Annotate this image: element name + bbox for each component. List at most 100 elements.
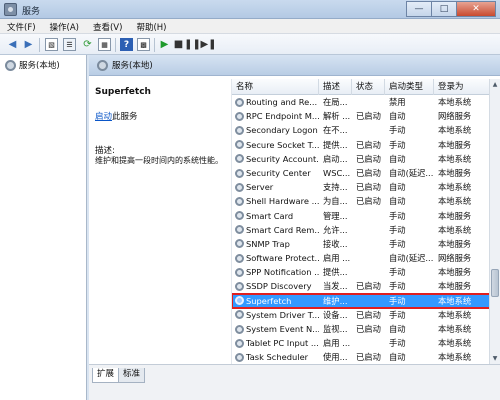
service-row[interactable]: System Event N... 监视... 已启动 自动 本地系统 — [232, 322, 489, 336]
scroll-thumb[interactable] — [491, 269, 499, 297]
cell-logon: 本地系统 — [438, 97, 472, 107]
cell-logon: 本地服务 — [438, 267, 472, 278]
maximize-button[interactable]: □ — [431, 1, 457, 17]
service-row[interactable]: Smart Card 管理... 手动 本地服务 — [232, 209, 489, 223]
cell-logon: 本地系统 — [438, 196, 472, 207]
service-row[interactable]: Smart Card Rem... 允许... 手动 本地系统 — [232, 223, 489, 237]
service-row[interactable]: SSDP Discovery 当发... 已启动 手动 本地服务 — [232, 279, 489, 293]
gear-icon — [5, 59, 16, 71]
service-row[interactable]: System Driver T... 设备... 已启动 手动 本地系统 — [232, 308, 489, 322]
cell-desc: 解析 ... — [323, 111, 351, 122]
column-header-description[interactable]: 描述 — [319, 79, 352, 95]
console-tree-icon[interactable]: ▧ — [45, 38, 58, 51]
service-gear-icon — [235, 140, 244, 150]
column-header-logon-as[interactable]: 登录为 — [434, 79, 489, 95]
service-row[interactable]: Routing and Re... 在局... 禁用 本地系统 — [232, 95, 489, 109]
refresh-icon[interactable]: ⟳ — [81, 38, 94, 51]
tab-extended[interactable]: 扩展 — [92, 368, 120, 383]
service-gear-icon — [235, 111, 244, 121]
cell-desc: 维护... — [323, 295, 348, 306]
cell-desc: 允许... — [323, 224, 348, 235]
service-gear-icon — [235, 225, 244, 235]
cell-startup: 手动 — [389, 125, 406, 136]
cell-name: System Event N... — [232, 322, 319, 336]
service-gear-icon — [235, 324, 244, 334]
cell-logon: 本地服务 — [438, 281, 472, 292]
column-header-status[interactable]: 状态 — [352, 79, 385, 95]
cell-desc: 为自... — [323, 196, 348, 207]
service-row[interactable]: Shell Hardware ... 为自... 已启动 自动 本地系统 — [232, 194, 489, 208]
cell-status: 已启动 — [356, 167, 381, 178]
cell-status: 已启动 — [356, 196, 381, 207]
menu-action[interactable]: 操作(A) — [43, 19, 86, 33]
cell-startup: 自动 — [389, 196, 406, 207]
cell-desc: 当发... — [323, 281, 348, 292]
export-list-icon[interactable]: ▦ — [98, 38, 111, 51]
cell-desc: 启用 ... — [323, 253, 351, 264]
service-gear-icon — [235, 267, 244, 277]
service-row[interactable]: Software Protect... 启用 ... 自动(延迟... 网络服务 — [232, 251, 489, 265]
cell-startup: 自动 — [389, 111, 406, 122]
menu-file[interactable]: 文件(F) — [0, 19, 43, 33]
tree-item-local-services[interactable]: 服务(本地) — [5, 59, 60, 71]
close-button[interactable]: ✕ — [456, 1, 496, 17]
cell-status — [352, 237, 385, 251]
service-gear-icon — [235, 296, 244, 306]
start-service-icon[interactable]: ▶ — [158, 38, 171, 51]
service-row[interactable]: Security Center WSC... 已启动 自动(延迟... 本地服务 — [232, 166, 489, 180]
column-header-name[interactable]: 名称 — [232, 79, 319, 95]
service-gear-icon — [235, 182, 244, 192]
scroll-down-arrow-icon[interactable]: ▼ — [490, 353, 500, 364]
cell-desc: 使用... — [323, 352, 348, 363]
cell-startup: 自动 — [389, 182, 406, 193]
service-row[interactable]: Tablet PC Input ... 启用 ... 手动 本地系统 — [232, 336, 489, 350]
service-row-selected[interactable]: Superfetch 维护... 手动 本地系统 — [232, 292, 489, 309]
column-header-startup-type[interactable]: 启动类型 — [385, 79, 434, 95]
cell-status: 已启动 — [356, 352, 381, 363]
service-row[interactable]: Secondary Logon 在不... 手动 本地系统 — [232, 123, 489, 137]
cell-status — [352, 223, 385, 237]
tree-item-label: 服务(本地) — [19, 61, 60, 71]
menu-view[interactable]: 查看(V) — [86, 19, 129, 33]
service-row[interactable]: Server 支持... 已启动 自动 本地系统 — [232, 180, 489, 194]
start-service-link[interactable]: 启动 — [95, 112, 112, 122]
stop-service-icon[interactable]: ■ — [172, 38, 185, 51]
back-arrow-icon[interactable]: ◀ — [6, 38, 19, 51]
pane-header-title: 服务(本地) — [112, 61, 153, 71]
cell-startup: 手动 — [389, 267, 406, 278]
list-rows: Routing and Re... 在局... 禁用 本地系统 RPC Endpoint… — [232, 95, 489, 364]
cell-startup: 自动(延迟... — [389, 167, 434, 178]
service-name: System Driver T... — [246, 309, 319, 320]
description-text: 维护和提高一段时间内的系统性能。 — [95, 156, 223, 165]
cell-logon: 本地系统 — [438, 295, 472, 306]
pause-service-icon[interactable]: ❚❚ — [184, 38, 201, 51]
toolbar-separator — [39, 38, 40, 52]
scroll-up-arrow-icon[interactable]: ▲ — [490, 79, 500, 90]
show-hide-icon[interactable]: ▩ — [137, 38, 150, 51]
selected-service-name: Superfetch — [95, 87, 151, 97]
cell-startup: 手动 — [389, 238, 406, 249]
close-icon: ✕ — [472, 4, 480, 14]
properties-list-icon[interactable]: ☰ — [63, 38, 76, 51]
services-app-icon — [4, 3, 17, 16]
cell-startup: 手动 — [389, 210, 406, 221]
gear-icon — [97, 59, 108, 71]
tab-standard[interactable]: 标准 — [118, 368, 146, 383]
service-row[interactable]: RPC Endpoint M... 解析 ... 已启动 自动 网络服务 — [232, 109, 489, 123]
service-row[interactable]: SPP Notification ... 提供... 手动 本地服务 — [232, 265, 489, 279]
service-row[interactable]: Secure Socket T... 提供... 已启动 手动 本地服务 — [232, 138, 489, 152]
restart-service-icon[interactable]: ▶❚ — [200, 38, 216, 51]
menu-help[interactable]: 帮助(H) — [129, 19, 173, 33]
service-row[interactable]: Task Scheduler 使用... 已启动 自动 本地系统 — [232, 350, 489, 364]
service-row[interactable]: SNMP Trap 接收... 手动 本地服务 — [232, 237, 489, 251]
vertical-scrollbar[interactable]: ▲ ▼ — [489, 79, 500, 364]
cell-name: Secure Socket T... — [232, 138, 319, 152]
cell-name: Server — [232, 180, 319, 194]
minimize-button[interactable]: — — [406, 1, 432, 17]
cell-startup: 禁用 — [389, 97, 406, 107]
service-name: System Event N... — [246, 324, 319, 334]
forward-arrow-icon[interactable]: ▶ — [22, 38, 35, 51]
help-icon[interactable]: ? — [120, 38, 133, 51]
service-row[interactable]: Security Account... 启动... 已启动 自动 本地系统 — [232, 152, 489, 166]
cell-desc: 在不... — [323, 125, 348, 136]
